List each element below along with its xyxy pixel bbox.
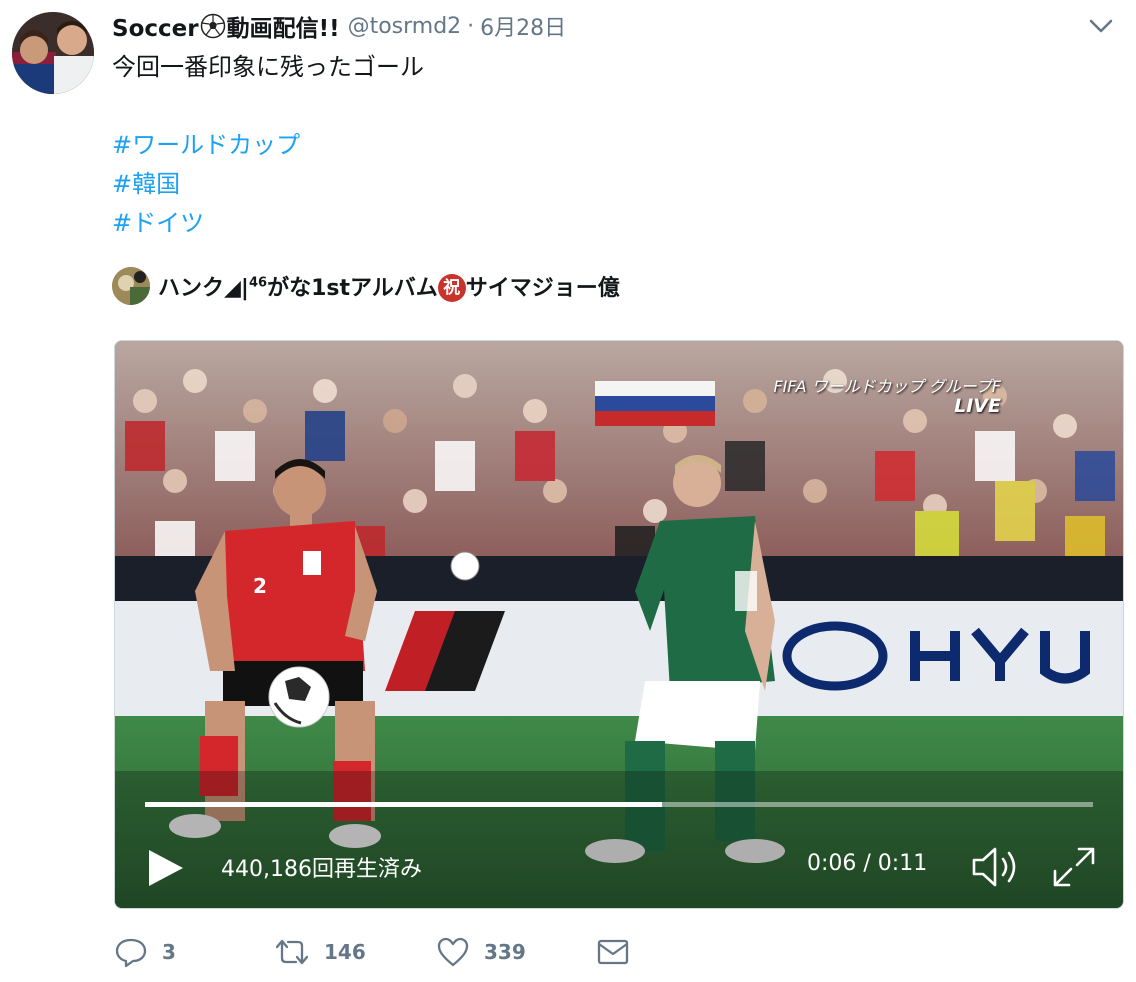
video-frame: 2	[115, 341, 1123, 908]
video-player[interactable]: 2 FIFA ワールドカップ グループF LIVE 440,186回再生済み 0…	[114, 340, 1124, 909]
hashtag-link[interactable]: #ドイツ	[112, 204, 300, 243]
hashtag-link[interactable]: #韓国	[112, 165, 300, 204]
retweet-button[interactable]: 146	[274, 930, 366, 974]
attribution-name-end: サイマジョー億	[465, 276, 620, 301]
caret-down-icon[interactable]	[1086, 14, 1116, 38]
direct-message-button[interactable]	[596, 930, 630, 974]
tweet-date[interactable]: 6月28日	[480, 10, 566, 42]
hashtag-link[interactable]: #ワールドカップ	[112, 126, 300, 165]
playback-time: 0:06 / 0:11	[807, 851, 928, 876]
view-count: 440,186回再生済み	[221, 857, 422, 882]
user-handle[interactable]: @tosrmd2	[348, 14, 462, 39]
attribution-name-bar: |	[240, 276, 249, 301]
reply-button[interactable]: 3	[114, 930, 176, 974]
attribution-superscript: 46	[248, 275, 268, 291]
play-icon[interactable]	[145, 846, 189, 890]
like-button[interactable]: 339	[436, 930, 526, 974]
reply-icon	[115, 938, 147, 968]
progress-fill	[145, 802, 662, 807]
soccer-ball-icon	[200, 13, 225, 39]
attribution-name: ハンク◢|46がな1stアルバム祝サイマジョー億	[158, 270, 620, 302]
display-name-text: Soccer	[112, 16, 199, 42]
fullscreen-icon[interactable]	[1049, 843, 1099, 891]
retweet-count: 146	[324, 940, 366, 964]
video-attribution[interactable]: ハンク◢|46がな1stアルバム祝サイマジョー億	[112, 266, 620, 306]
direct-message-icon	[597, 939, 629, 965]
jersey-number: 2	[253, 574, 267, 598]
progress-bar[interactable]	[145, 802, 1093, 807]
tweet-text: 今回一番印象に残ったゴール	[112, 53, 424, 81]
separator-dot: ·	[467, 13, 475, 39]
reply-count: 3	[162, 940, 176, 964]
hashtag-list: #ワールドカップ #韓国 #ドイツ	[112, 126, 300, 243]
display-name[interactable]: Soccer 動画配信!!	[112, 9, 340, 43]
like-icon	[437, 937, 469, 967]
tweet-header: Soccer 動画配信!! @tosrmd2 · 6月28日	[112, 8, 1116, 44]
volume-icon[interactable]	[971, 843, 1023, 891]
attribution-name-middle: がな1stアルバム	[267, 276, 438, 301]
celebration-badge: 祝	[437, 274, 466, 302]
attribution-avatar	[112, 267, 150, 305]
profile-avatar[interactable]	[12, 12, 94, 94]
attribution-name-text: ハンク◢	[158, 276, 241, 301]
live-badge: LIVE	[954, 395, 1001, 417]
avatar-image	[12, 12, 94, 94]
display-name-suffix: 動画配信!!	[226, 16, 340, 42]
like-count: 339	[484, 940, 526, 964]
retweet-icon	[275, 939, 309, 965]
broadcast-title: FIFA ワールドカップ グループF	[773, 377, 1001, 396]
